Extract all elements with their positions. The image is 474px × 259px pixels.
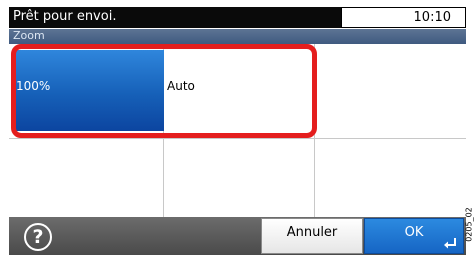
empty-option-cell <box>315 139 466 217</box>
side-reference-code-text: 0205_02 <box>464 207 474 242</box>
screen-title-bar: Zoom <box>9 29 466 44</box>
cancel-button-label: Annuler <box>286 225 338 240</box>
clock-box: 10:10 <box>341 7 466 28</box>
clock-time: 10:10 <box>413 10 451 25</box>
ok-button[interactable]: OK <box>364 218 464 254</box>
empty-option-cell <box>315 45 466 138</box>
question-circle-icon[interactable]: ? <box>24 223 52 251</box>
cancel-button[interactable]: Annuler <box>261 218 363 254</box>
enter-return-icon <box>444 238 456 249</box>
status-message: Prêt pour envoi. <box>13 9 117 24</box>
bottom-action-bar: ? Annuler OK <box>9 217 466 255</box>
zoom-option-label: Auto <box>167 79 195 93</box>
side-reference-code: 0205_02 <box>463 197 474 255</box>
zoom-option-100-button[interactable]: 100% <box>14 50 164 131</box>
help-glyph: ? <box>32 226 44 248</box>
empty-option-cell <box>10 139 163 217</box>
screen-title: Zoom <box>13 29 45 42</box>
zoom-option-label: 100% <box>16 79 51 93</box>
empty-option-cell <box>164 139 314 217</box>
status-bar: Prêt pour envoi. 10:10 <box>9 7 466 28</box>
zoom-option-auto-button[interactable]: Auto <box>165 50 311 131</box>
